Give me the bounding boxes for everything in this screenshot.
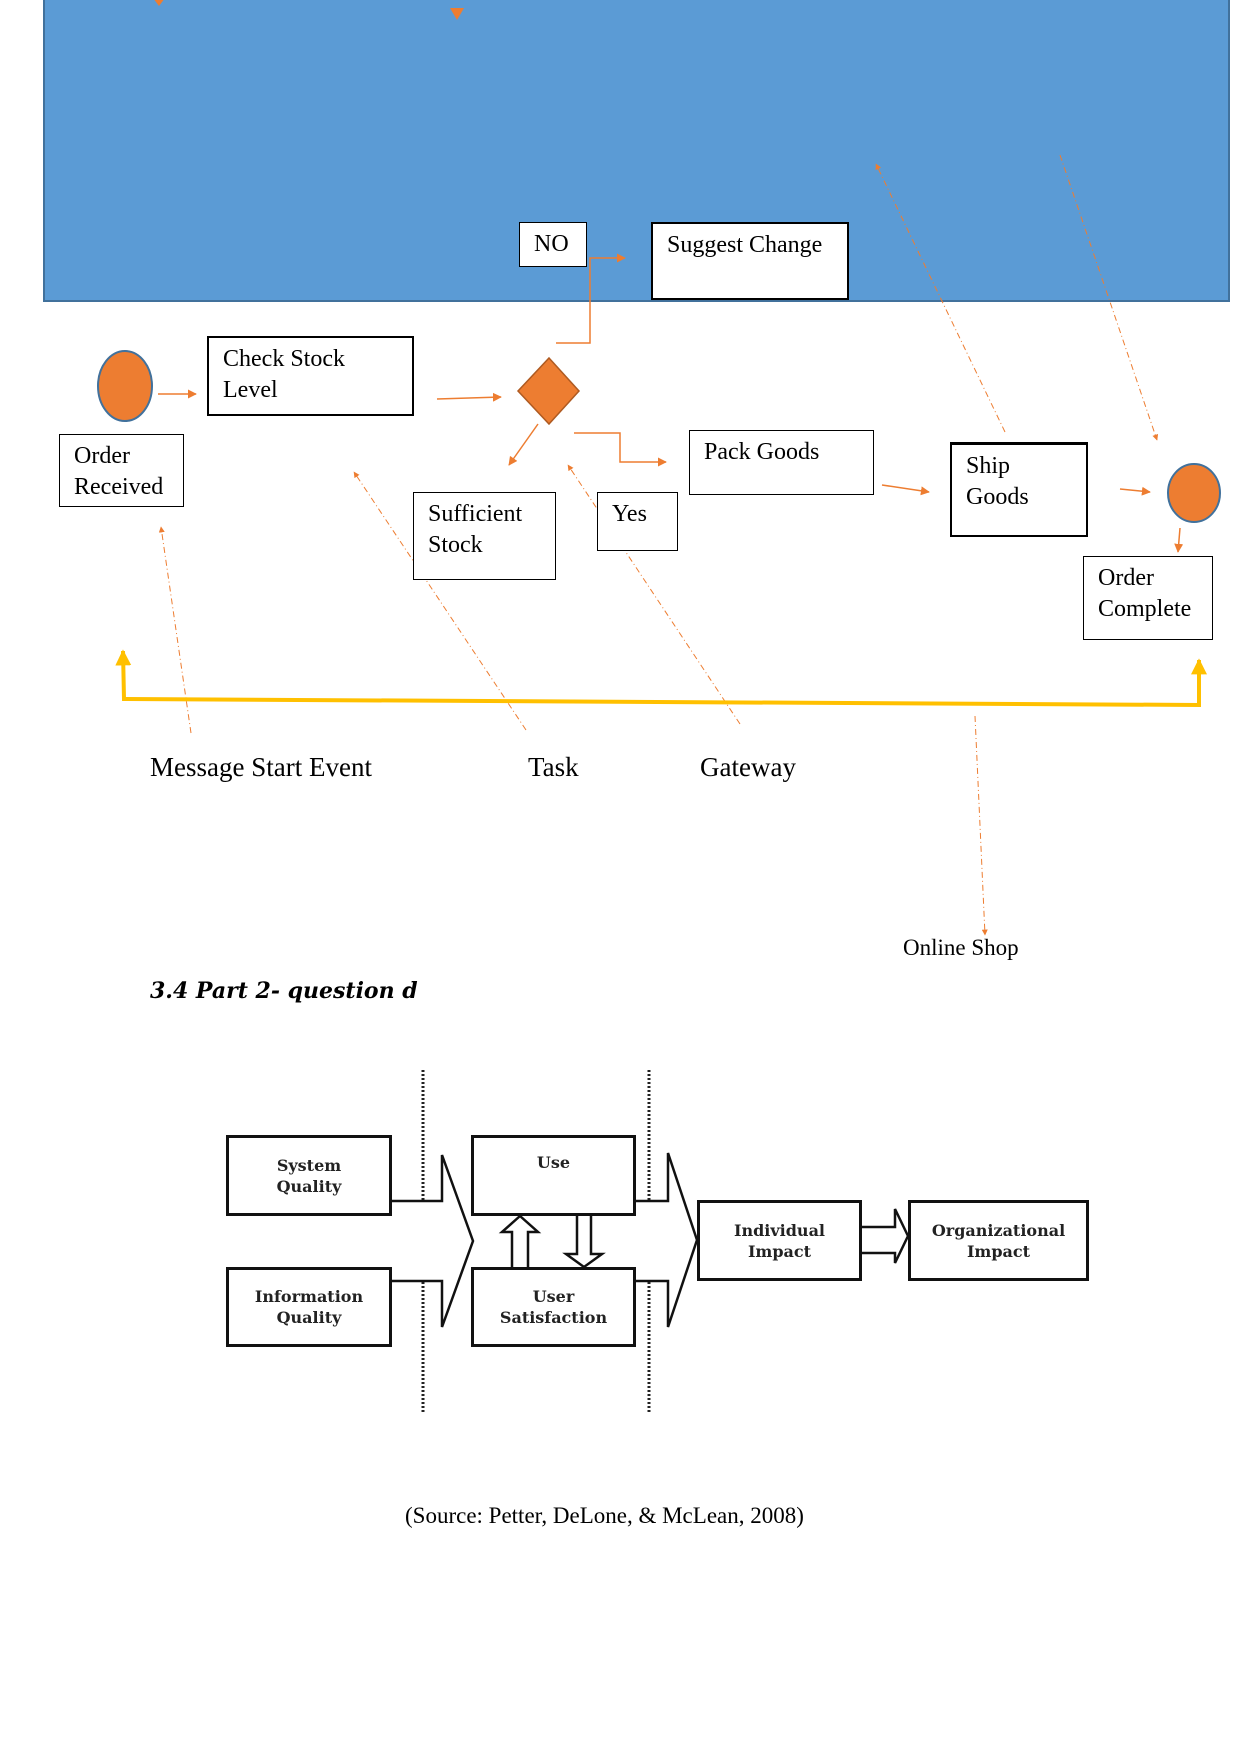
figure-caption: (Source: Petter, DeLone, & McLean, 2008) [405,1503,804,1528]
organizational-impact-line1: Organizational [931,1220,1066,1240]
down-arrow-icon [562,1216,606,1269]
organizational-impact-box: Organizational Impact [908,1200,1089,1281]
model-connectors [391,1070,910,1412]
individual-impact-line1: Individual [733,1220,826,1240]
individual-impact-box: Individual Impact [697,1200,862,1281]
information-quality-box: Information Quality [226,1267,392,1347]
impact-arrow [861,1208,910,1264]
up-arrow-icon [498,1214,542,1267]
user-satisfaction-line2: Satisfaction [499,1308,608,1327]
individual-impact-line2: Impact [747,1241,812,1261]
merge-arrow-2 [635,1152,699,1328]
system-quality-line2: Quality [276,1176,342,1196]
organizational-impact-line2: Impact [966,1241,1031,1261]
information-quality-line1: Information [254,1287,364,1306]
user-satisfaction-box: User Satisfaction [471,1267,636,1347]
user-satisfaction-line1: User [532,1287,575,1306]
use-box: Use [471,1135,636,1216]
system-quality-line1: System [276,1155,342,1175]
use-label: Use [536,1153,571,1172]
information-quality-line2: Quality [276,1308,342,1327]
merge-arrow-1 [391,1154,475,1328]
system-quality-box: System Quality [226,1135,392,1216]
